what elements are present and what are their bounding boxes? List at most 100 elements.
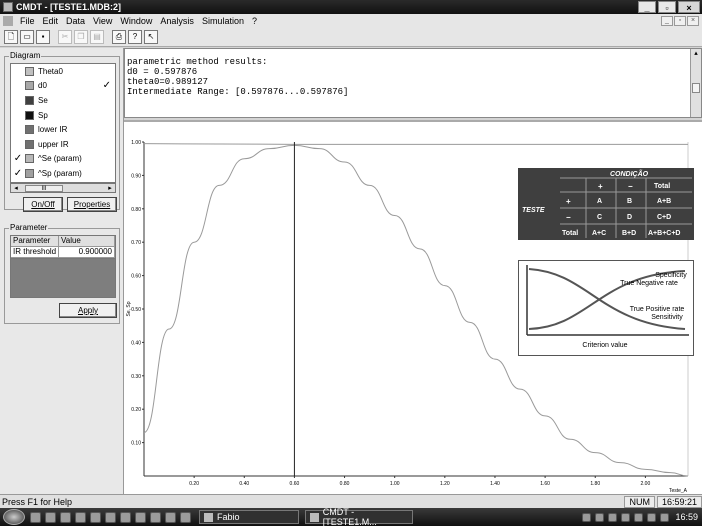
app-icon[interactable] bbox=[3, 2, 13, 12]
inset-cell-b: B bbox=[627, 198, 632, 205]
scroll-up-icon[interactable]: ▴ bbox=[691, 49, 701, 59]
quicklaunch-icon[interactable] bbox=[45, 511, 56, 523]
tray-icon[interactable] bbox=[621, 512, 631, 522]
taskbar-item-cmdt[interactable]: CMDT - [TESTE1.M... bbox=[305, 507, 413, 526]
results-line-4: Intermediate Range: [0.597876...0.597876… bbox=[127, 87, 349, 97]
inset-col-minus: − bbox=[628, 182, 633, 191]
contingency-table-graphic: CONDIÇÃO TESTE + − Total + − Total A B A… bbox=[522, 169, 692, 238]
ir-threshold-value[interactable]: 0.900000 bbox=[59, 247, 115, 258]
taskbar-item-fabio[interactable]: Fabio bbox=[199, 510, 299, 524]
paste-icon[interactable]: ▤ bbox=[90, 29, 104, 44]
x-tick-label: 0.40 bbox=[239, 481, 249, 487]
inset-cell-ac: A+C bbox=[592, 230, 606, 237]
status-time: 16:59:21 bbox=[656, 495, 702, 508]
criterion-curve-inset: Specificity True Negative rate True Posi… bbox=[518, 260, 694, 356]
menu-file[interactable]: File bbox=[16, 16, 39, 26]
quicklaunch-icon[interactable] bbox=[180, 511, 191, 523]
menu-analysis[interactable]: Analysis bbox=[156, 16, 198, 26]
checkmark-icon[interactable]: ✓ bbox=[11, 153, 25, 164]
volume-icon[interactable] bbox=[660, 512, 670, 522]
y-tick-label: 0.20 bbox=[131, 407, 141, 413]
help-icon[interactable]: ? bbox=[128, 29, 142, 44]
quicklaunch-icon[interactable] bbox=[75, 511, 86, 523]
menu-edit[interactable]: Edit bbox=[39, 16, 63, 26]
quicklaunch-icon[interactable] bbox=[165, 511, 176, 523]
quicklaunch-icon[interactable] bbox=[105, 511, 116, 523]
doc-close-button[interactable]: × bbox=[687, 15, 699, 26]
quicklaunch-icon[interactable] bbox=[30, 511, 41, 523]
inset-col-total: Total bbox=[654, 183, 670, 190]
inset-cell-c: C bbox=[597, 214, 602, 221]
tray-icon[interactable] bbox=[582, 512, 592, 522]
apply-button[interactable]: Apply bbox=[59, 303, 117, 318]
taskbar: Fabio CMDT - [TESTE1.M... 16:59 bbox=[0, 507, 702, 526]
onoff-button[interactable]: On/Off bbox=[23, 197, 63, 212]
document-icon[interactable] bbox=[3, 15, 13, 26]
scroll-left-icon[interactable]: ◂ bbox=[11, 184, 21, 192]
menu-window[interactable]: Window bbox=[116, 16, 156, 26]
tray-icon[interactable] bbox=[647, 512, 657, 522]
y-axis-label: Se, Sp bbox=[126, 301, 132, 316]
list-item[interactable]: upper IR bbox=[11, 137, 115, 152]
start-button[interactable] bbox=[3, 509, 25, 525]
properties-button[interactable]: Properties bbox=[67, 197, 117, 212]
list-item[interactable]: Theta0 bbox=[11, 64, 115, 79]
diagram-hscrollbar[interactable]: ◂ III ▸ bbox=[10, 183, 116, 193]
checkmark-icon: ✓ bbox=[102, 79, 111, 91]
results-line-2: d0 = 0.597876 bbox=[127, 67, 198, 77]
results-line-1: parametric method results: bbox=[127, 57, 268, 67]
print-icon[interactable]: ⎙ bbox=[112, 29, 126, 44]
results-vscrollbar[interactable]: ▴ bbox=[690, 49, 701, 117]
list-item[interactable]: ✓ ^Sp (param) bbox=[11, 166, 115, 181]
y-tick-label: 0.30 bbox=[131, 374, 141, 380]
list-item[interactable]: Sp bbox=[11, 108, 115, 123]
status-text: Press F1 for Help bbox=[2, 496, 73, 507]
inset-cell-abcd: A+B+C+D bbox=[648, 230, 680, 237]
minimize-button[interactable]: _ bbox=[638, 1, 656, 13]
results-text-area[interactable]: parametric method results: d0 = 0.597876… bbox=[124, 48, 702, 118]
parameter-group: Parameter Parameter Value IR threshold 0… bbox=[4, 223, 120, 324]
list-item[interactable]: ✓ ^Se (param) bbox=[11, 152, 115, 167]
diagram-list[interactable]: Theta0 d0 ✓ Se Sp lower IR upper IR ✓ ^Se … bbox=[10, 63, 116, 183]
left-panel: Diagram Theta0 d0 ✓ Se Sp lower IR upper … bbox=[0, 48, 124, 494]
doc-restore-button[interactable]: ▫ bbox=[674, 15, 686, 26]
quicklaunch-icon[interactable] bbox=[60, 511, 71, 523]
save-icon[interactable]: ▪ bbox=[36, 29, 50, 44]
tray-icon[interactable] bbox=[608, 512, 618, 522]
close-button[interactable]: × bbox=[678, 1, 700, 13]
open-folder-icon[interactable]: ▭ bbox=[20, 29, 34, 44]
new-file-icon[interactable]: 🗋 bbox=[4, 29, 18, 44]
tray-icon[interactable] bbox=[595, 512, 605, 522]
cut-icon[interactable]: ✂ bbox=[58, 29, 72, 44]
table-row[interactable]: IR threshold 0.900000 bbox=[11, 247, 115, 258]
list-item[interactable]: d0 ✓ bbox=[11, 79, 115, 94]
app-icon bbox=[310, 512, 319, 522]
list-item[interactable]: Se bbox=[11, 93, 115, 108]
parameter-group-label: Parameter bbox=[9, 223, 49, 232]
tray-icon[interactable] bbox=[634, 512, 644, 522]
x-tick-label: 1.40 bbox=[490, 481, 500, 487]
taskbar-clock[interactable]: 16:59 bbox=[675, 512, 698, 522]
doc-minimize-button[interactable]: _ bbox=[661, 15, 673, 26]
menu-simulation[interactable]: Simulation bbox=[198, 16, 248, 26]
copy-icon[interactable]: ❐ bbox=[74, 29, 88, 44]
checkmark-icon[interactable]: ✓ bbox=[11, 168, 25, 179]
context-help-icon[interactable]: ↖ bbox=[144, 29, 158, 44]
menu-data[interactable]: Data bbox=[62, 16, 89, 26]
num-lock-indicator: NUM bbox=[624, 495, 655, 508]
color-swatch bbox=[25, 125, 34, 135]
menu-view[interactable]: View bbox=[89, 16, 116, 26]
scroll-right-icon[interactable]: ▸ bbox=[105, 184, 115, 192]
quicklaunch-icon[interactable] bbox=[150, 511, 161, 523]
menu-help[interactable]: ? bbox=[248, 16, 261, 26]
quicklaunch-icon[interactable] bbox=[135, 511, 146, 523]
maximize-button[interactable]: ▫ bbox=[658, 1, 676, 13]
color-swatch bbox=[25, 168, 34, 178]
quicklaunch-icon[interactable] bbox=[120, 511, 131, 523]
scroll-thumb[interactable] bbox=[692, 83, 700, 93]
color-swatch bbox=[25, 139, 34, 149]
scroll-thumb[interactable]: III bbox=[25, 184, 63, 192]
inset-row-minus: − bbox=[566, 213, 571, 222]
quicklaunch-icon[interactable] bbox=[90, 511, 101, 523]
list-item[interactable]: lower IR bbox=[11, 122, 115, 137]
